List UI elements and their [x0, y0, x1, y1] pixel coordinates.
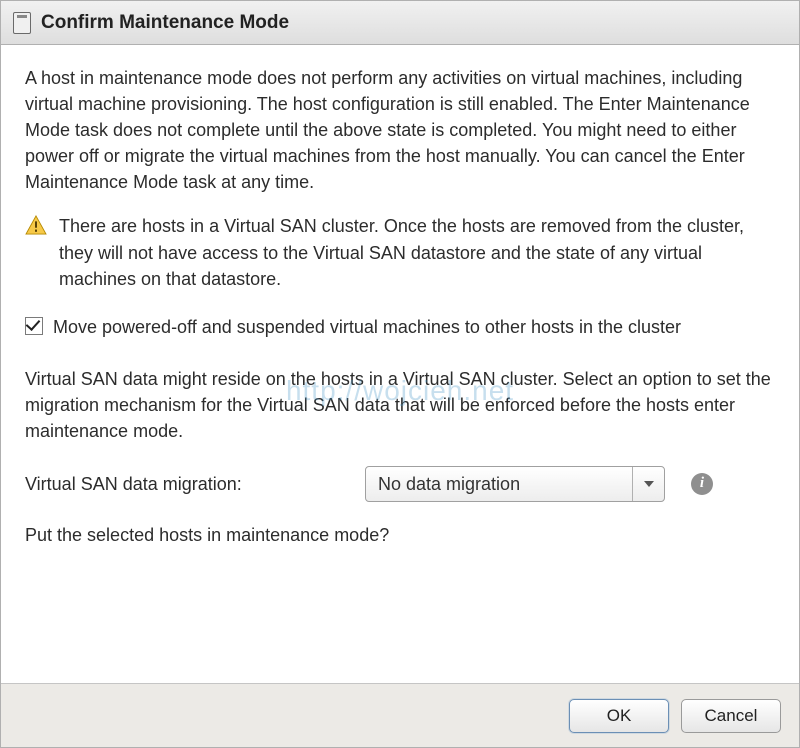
move-vms-checkbox[interactable]: [25, 317, 43, 335]
chevron-down-icon: [644, 481, 654, 487]
warning-icon: [25, 215, 47, 235]
dropdown-button[interactable]: [632, 467, 664, 501]
dialog-footer: OK Cancel: [1, 683, 799, 747]
confirm-maintenance-dialog: Confirm Maintenance Mode A host in maint…: [0, 0, 800, 748]
info-icon[interactable]: i: [691, 473, 713, 495]
dialog-titlebar: Confirm Maintenance Mode: [1, 1, 799, 45]
dialog-title: Confirm Maintenance Mode: [41, 12, 289, 34]
vsan-migration-row: Virtual SAN data migration: No data migr…: [25, 466, 775, 502]
warning-text: There are hosts in a Virtual SAN cluster…: [59, 213, 775, 291]
intro-text: A host in maintenance mode does not perf…: [25, 65, 775, 195]
cancel-button[interactable]: Cancel: [681, 699, 781, 733]
ok-button[interactable]: OK: [569, 699, 669, 733]
move-vms-row: Move powered-off and suspended virtual m…: [25, 314, 775, 340]
warning-row: There are hosts in a Virtual SAN cluster…: [25, 213, 775, 291]
vsan-migration-value: No data migration: [366, 471, 632, 497]
vsan-migration-select[interactable]: No data migration: [365, 466, 665, 502]
move-vms-label: Move powered-off and suspended virtual m…: [53, 314, 775, 340]
confirm-question: Put the selected hosts in maintenance mo…: [25, 522, 775, 548]
dialog-body: A host in maintenance mode does not perf…: [1, 45, 799, 683]
host-icon: [13, 12, 31, 34]
vsan-paragraph: Virtual SAN data might reside on the hos…: [25, 366, 775, 444]
vsan-migration-label: Virtual SAN data migration:: [25, 471, 345, 497]
